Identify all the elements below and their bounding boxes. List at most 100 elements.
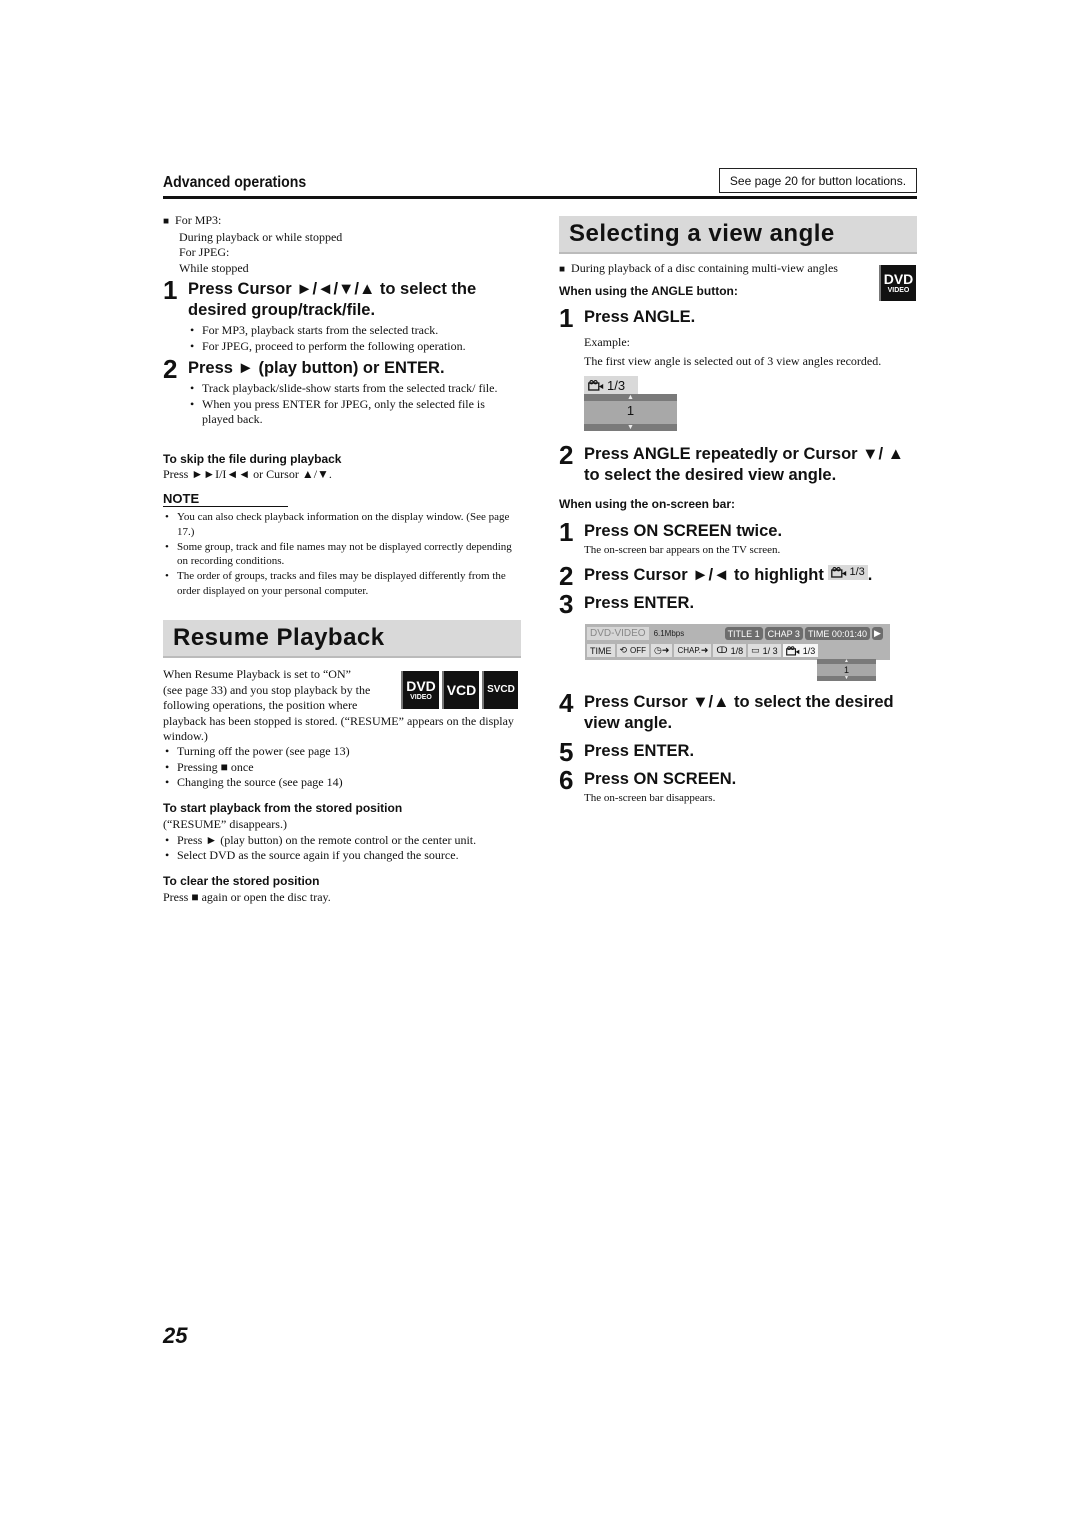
time-search-button[interactable]: ◷➜ <box>651 644 673 657</box>
onscreen-step-4: 4 Press Cursor ▼/▲ to select the desired… <box>559 688 919 734</box>
subtitle-icon: ▭ <box>751 645 760 655</box>
mp3-condition-text: During playback or while stopped <box>179 229 343 244</box>
step-bullet: When you press ENTER for JPEG, only the … <box>188 397 518 428</box>
skip-file-text: Press ►►I/I◄◄ or Cursor ▲/▼. <box>163 467 332 481</box>
subtitle-button[interactable]: ▭ 1/ 3 <box>748 644 781 657</box>
resume-operation: Pressing ■ once <box>163 760 523 776</box>
step-text-end: . <box>867 566 873 584</box>
view-angle-condition-text: During playback of a disc containing mul… <box>571 261 838 275</box>
example-text: The first view angle is selected out of … <box>584 353 882 368</box>
step-number: 1 <box>559 303 574 333</box>
play-icon: ▶ <box>871 627 883 640</box>
step-bullet: For JPEG, proceed to perform the followi… <box>188 339 525 355</box>
elapsed-time: TIME 00:01:40 <box>804 627 870 640</box>
step-text: Press ► (play button) or ENTER. <box>188 359 445 377</box>
badge-big-text: VCD <box>446 682 477 698</box>
skip-file-section: To skip the file during playback Press ►… <box>163 452 525 483</box>
step-number: 4 <box>559 688 574 718</box>
onscreen-step-3: 3 Press ENTER. <box>559 589 919 619</box>
time-mode-button[interactable]: TIME <box>587 644 615 657</box>
badge-small-text: VIDEO <box>410 693 432 701</box>
section-label: Advanced operations <box>163 174 307 191</box>
step-bullet: Track playback/slide-show starts from th… <box>188 381 518 397</box>
step-number: 5 <box>559 737 574 767</box>
step-text: Press Cursor ►/◄ to highlight <box>584 566 824 584</box>
audio-button[interactable]: ↀ 1/8 <box>713 644 747 657</box>
step-text: Press ON SCREEN twice. <box>584 522 783 540</box>
angle-osd-tab: 1/3 <box>584 376 638 394</box>
step-number: 1 <box>163 275 178 305</box>
onscreen-step-2: 2 Press Cursor ►/◄ to highlight 1/3 . <box>559 563 919 589</box>
note-item: Some group, track and file names may not… <box>163 540 513 570</box>
note-title: NOTE <box>163 491 200 506</box>
badge-big-text: SVCD <box>487 684 515 695</box>
resume-start-title: To start playback from the stored positi… <box>163 801 403 815</box>
header-rule <box>163 196 917 199</box>
step-text: Press Cursor ►/◄/▼/▲ to select the desir… <box>188 280 477 319</box>
view-angle-condition: During playback of a disc containing mul… <box>559 261 879 278</box>
bitrate: 6.1Mbps <box>653 629 685 638</box>
note-underline <box>163 506 288 507</box>
angle-step-2: 2 Press ANGLE repeatedly or Cursor ▼/ ▲ … <box>559 440 919 486</box>
arrow-icon: ➜ <box>700 645 709 655</box>
onscreen-step-1: 1 Press ON SCREEN twice. The on-screen b… <box>559 519 919 559</box>
step-text: Press ANGLE repeatedly or Cursor ▼/ ▲ to… <box>584 445 904 484</box>
step-number: 2 <box>559 440 574 470</box>
dvd-video-badge: DVD VIDEO <box>401 671 439 709</box>
angle-example: Example: The first view angle is selecte… <box>584 335 919 369</box>
angle-button[interactable]: 1/3 <box>782 644 819 657</box>
step-text: Press ENTER. <box>584 594 695 612</box>
resume-playback-title: Resume Playback <box>163 620 521 658</box>
camera-angle-icon <box>831 567 847 578</box>
down-arrow-icon: ▼ <box>817 676 876 681</box>
onscreen-heading: When using the on-screen bar: <box>559 497 736 511</box>
step-number: 2 <box>163 354 178 384</box>
chip-value: 1/3 <box>849 566 865 578</box>
resume-start-section: To start playback from the stored positi… <box>163 801 525 864</box>
on-screen-bar-row-1: DVD-VIDEO 6.1Mbps TITLE 1 CHAP 3 TIME 00… <box>587 626 888 641</box>
badge-big-text: DVD <box>406 677 436 694</box>
resume-operation: Changing the source (see page 14) <box>163 775 523 791</box>
angle-highlight-chip: 1/3 <box>828 565 868 580</box>
camera-angle-icon <box>785 645 799 656</box>
on-screen-angle-spinner: ▲ 1 ▼ <box>817 659 876 681</box>
resume-clear-title: To clear the stored position <box>163 874 320 888</box>
disc-type: DVD-VIDEO <box>587 627 649 640</box>
step-bullet: For MP3, playback starts from the select… <box>188 323 525 339</box>
angle-osd-value: 1/3 <box>607 377 626 393</box>
resume-start-note: (“RESUME” disappears.) <box>163 817 287 831</box>
angle-osd-spinner: ▲ 1 ▼ <box>584 394 677 431</box>
clock-arrow-icon: ◷➜ <box>654 645 670 655</box>
audio-icon: ↀ <box>716 645 728 655</box>
chapter-search-button[interactable]: CHAP. ➜ <box>674 644 712 657</box>
camera-angle-icon <box>588 379 604 391</box>
jpeg-condition-text: While stopped <box>179 260 249 275</box>
down-arrow-icon: ▼ <box>584 424 677 431</box>
svcd-badge: SVCD <box>482 671 518 709</box>
example-label: Example: <box>584 335 630 349</box>
step-sub: The on-screen bar disappears. <box>584 792 716 804</box>
on-screen-bar-row-2: TIME ⟲ OFF ◷➜ CHAP. ➜ ↀ 1/8 ▭ 1/ 3 1/3 <box>587 643 888 658</box>
mp3-condition-label: For MP3: <box>163 213 523 230</box>
view-angle-title: Selecting a view angle <box>559 216 917 254</box>
up-arrow-icon: ▲ <box>584 394 677 401</box>
chapter-label: CHAP. <box>677 646 701 655</box>
left-step-1: 1 Press Cursor ►/◄/▼/▲ to select the des… <box>163 275 525 355</box>
onscreen-step-5: 5 Press ENTER. <box>559 737 919 767</box>
badge-small-text: VIDEO <box>887 286 910 294</box>
step-number: 3 <box>559 589 574 619</box>
angle-value: 1/3 <box>802 645 816 656</box>
note-box: NOTE You can also check playback informa… <box>163 491 525 599</box>
resume-operation: Turning off the power (see page 13) <box>163 744 523 760</box>
on-screen-angle-current: 1 <box>843 665 849 675</box>
angle-osd-current: 1 <box>626 403 635 418</box>
chapter-number: CHAP 3 <box>764 627 803 640</box>
see-page-note: See page 20 for button locations. <box>719 168 917 193</box>
playback-conditions: For MP3: During playback or while stoppe… <box>163 213 523 276</box>
repeat-value: OFF <box>630 646 647 655</box>
step-text: Press ENTER. <box>584 742 695 760</box>
repeat-button[interactable]: ⟲ OFF <box>616 644 650 657</box>
step-text: Press ON SCREEN. <box>584 770 737 788</box>
dvd-video-badge: DVD VIDEO <box>879 265 916 301</box>
repeat-icon: ⟲ <box>619 645 628 655</box>
